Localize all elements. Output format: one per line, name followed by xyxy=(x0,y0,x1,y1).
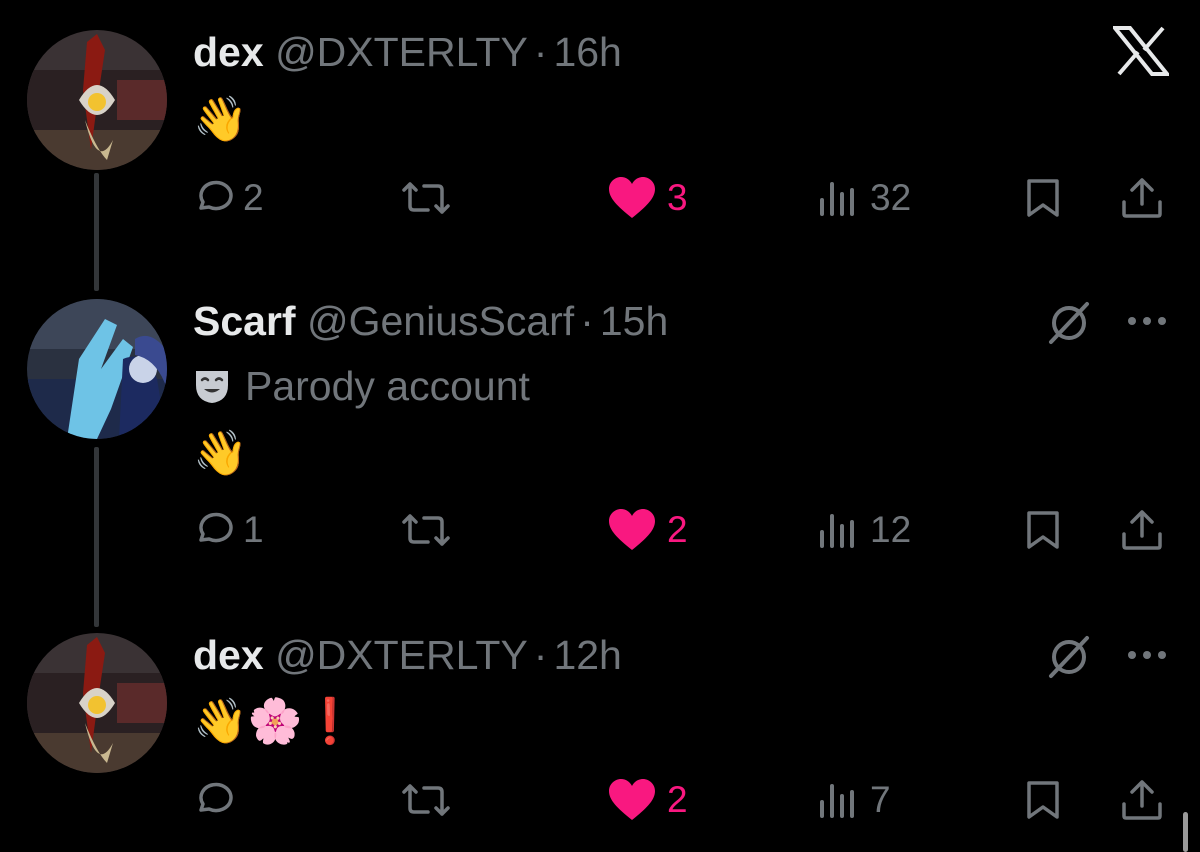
reply-icon xyxy=(199,180,233,211)
avatar[interactable] xyxy=(27,299,167,439)
bookmark-icon xyxy=(1027,781,1059,819)
like-count: 2 xyxy=(667,779,688,820)
share-icon xyxy=(1122,510,1162,550)
like-count: 2 xyxy=(667,509,688,550)
grok-icon[interactable] xyxy=(1045,634,1093,680)
share-button[interactable] xyxy=(1120,505,1164,555)
retweet-icon xyxy=(402,182,450,214)
views-button[interactable]: 12 xyxy=(818,505,911,555)
reply-count: 2 xyxy=(243,177,264,218)
share-button[interactable] xyxy=(1120,775,1164,825)
display-name[interactable]: dex xyxy=(193,632,264,678)
bookmark-button[interactable] xyxy=(1023,775,1063,825)
views-button[interactable]: 32 xyxy=(818,173,911,223)
timestamp[interactable]: 12h xyxy=(553,632,621,678)
separator: · xyxy=(580,298,594,344)
action-bar: 2 3 32 xyxy=(193,173,1173,223)
views-icon xyxy=(820,182,854,216)
tweet-text: 👋 xyxy=(193,94,248,145)
timestamp[interactable]: 16h xyxy=(553,29,621,75)
like-button[interactable]: 3 xyxy=(607,173,688,223)
separator: · xyxy=(533,632,548,678)
x-logo-icon[interactable] xyxy=(1110,26,1172,81)
parody-mask-icon xyxy=(193,367,231,412)
tweet-header: dex @DXTERLTY · 16h xyxy=(193,32,622,73)
retweet-button[interactable] xyxy=(398,505,454,555)
retweet-icon xyxy=(402,514,450,546)
action-bar: 1 2 12 xyxy=(193,505,1173,555)
bookmark-icon xyxy=(1027,179,1059,217)
view-count: 12 xyxy=(870,509,912,550)
retweet-icon xyxy=(402,784,450,816)
tweet-header: Scarf @GeniusScarf · 15h xyxy=(193,301,668,342)
view-count: 7 xyxy=(870,779,891,820)
user-handle[interactable]: @DXTERLTY xyxy=(275,29,528,75)
timestamp[interactable]: 15h xyxy=(600,298,668,344)
bookmark-button[interactable] xyxy=(1023,173,1063,223)
scrollbar[interactable] xyxy=(1183,812,1188,852)
views-icon xyxy=(820,784,854,818)
grok-icon[interactable] xyxy=(1045,300,1093,346)
user-handle[interactable]: @DXTERLTY xyxy=(275,632,528,678)
tweet-header: dex @DXTERLTY · 12h xyxy=(193,635,622,676)
display-name[interactable]: dex xyxy=(193,29,264,75)
heart-icon xyxy=(609,779,655,820)
avatar[interactable] xyxy=(27,633,167,773)
bookmark-button[interactable] xyxy=(1023,505,1063,555)
view-count: 32 xyxy=(870,177,912,218)
retweet-button[interactable] xyxy=(398,775,454,825)
tweet-text: 👋🌸❗ xyxy=(193,696,358,747)
reply-count: 1 xyxy=(243,509,264,550)
retweet-button[interactable] xyxy=(398,173,454,223)
heart-icon xyxy=(609,177,655,218)
parody-text: Parody account xyxy=(245,363,530,409)
user-handle[interactable]: @GeniusScarf xyxy=(307,298,574,344)
action-bar: 2 7 xyxy=(193,775,1173,825)
bookmark-icon xyxy=(1027,511,1059,549)
more-icon[interactable] xyxy=(1127,316,1167,326)
tweet-top-icons xyxy=(1045,632,1175,682)
share-icon xyxy=(1122,780,1162,820)
thread-line xyxy=(94,173,99,291)
like-button[interactable]: 2 xyxy=(607,775,688,825)
parody-label: Parody account xyxy=(193,366,530,412)
display-name[interactable]: Scarf xyxy=(193,298,296,344)
views-button[interactable]: 7 xyxy=(818,775,891,825)
reply-button[interactable]: 2 xyxy=(193,173,264,223)
like-count: 3 xyxy=(667,177,688,218)
reply-icon xyxy=(199,782,233,813)
reply-icon xyxy=(199,512,233,543)
reply-button[interactable]: 1 xyxy=(193,505,264,555)
tweet-text: 👋 xyxy=(193,428,248,479)
reply-button[interactable] xyxy=(193,775,243,825)
thread-line xyxy=(94,447,99,627)
heart-icon xyxy=(609,509,655,550)
share-button[interactable] xyxy=(1120,173,1164,223)
views-icon xyxy=(820,514,854,548)
more-icon[interactable] xyxy=(1127,650,1167,660)
share-icon xyxy=(1122,178,1162,218)
like-button[interactable]: 2 xyxy=(607,505,688,555)
avatar[interactable] xyxy=(27,30,167,170)
separator: · xyxy=(533,29,548,75)
tweet-top-icons xyxy=(1045,298,1175,348)
